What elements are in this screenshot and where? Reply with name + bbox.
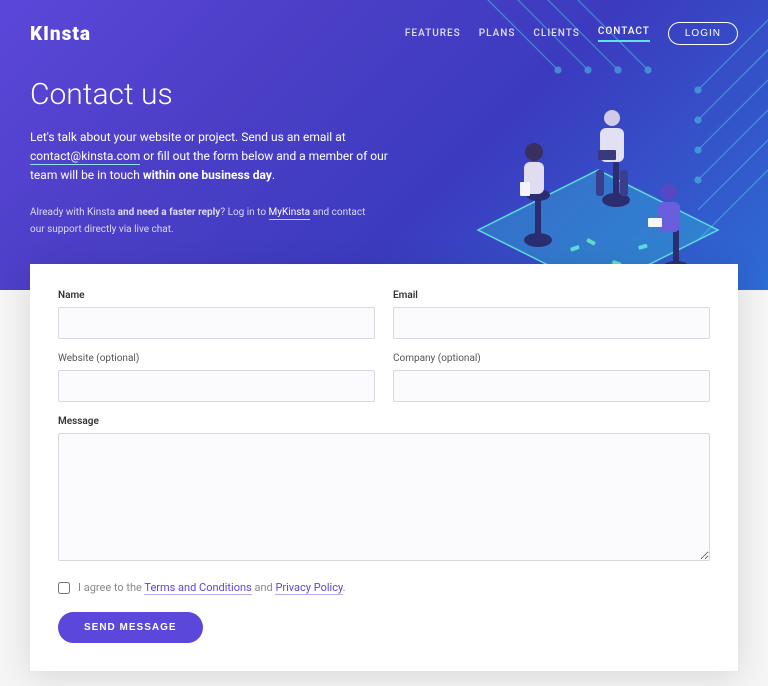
message-label: Message: [58, 416, 710, 427]
website-input[interactable]: [58, 370, 375, 402]
website-field-group: Website (optional): [58, 353, 375, 402]
nav-links: FEATURES PLANS CLIENTS CONTACT LOGIN: [405, 22, 738, 45]
already-pre: Already with Kinsta: [30, 207, 118, 218]
nav-clients[interactable]: CLIENTS: [533, 28, 579, 39]
login-button[interactable]: LOGIN: [668, 22, 738, 45]
already-q: ? Log in to: [220, 207, 268, 218]
hero-content: Contact us Let's talk about your website…: [30, 77, 410, 238]
terms-link[interactable]: Terms and Conditions: [144, 581, 251, 595]
intro-text: Let's talk about your website or project…: [30, 128, 410, 186]
send-message-button[interactable]: SEND MESSAGE: [58, 612, 203, 643]
already-text: Already with Kinsta and need a faster re…: [30, 204, 370, 238]
contact-email-link[interactable]: contact@kinsta.com: [30, 149, 140, 165]
already-bold: and need a faster reply: [118, 207, 221, 218]
nav-features[interactable]: FEATURES: [405, 28, 461, 39]
email-input[interactable]: [393, 307, 710, 339]
message-field-group: Message: [58, 416, 710, 565]
privacy-link[interactable]: Privacy Policy: [275, 581, 342, 595]
intro-pre: Let's talk about your website or project…: [30, 130, 346, 144]
mykinsta-link[interactable]: MyKinsta: [269, 207, 311, 220]
intro-end: .: [272, 168, 275, 182]
consent-checkbox[interactable]: [58, 582, 70, 594]
nav-plans[interactable]: PLANS: [479, 28, 516, 39]
email-label: Email: [393, 290, 710, 301]
consent-text: I agree to the Terms and Conditions and …: [78, 581, 346, 594]
top-nav: KInsta FEATURES PLANS CLIENTS CONTACT LO…: [30, 22, 738, 45]
intro-bold: within one business day: [143, 168, 272, 182]
logo[interactable]: KInsta: [30, 22, 91, 45]
page-title: Contact us: [30, 77, 410, 112]
consent-row: I agree to the Terms and Conditions and …: [58, 581, 710, 594]
name-label: Name: [58, 290, 375, 301]
nav-contact[interactable]: CONTACT: [598, 26, 650, 42]
hero-section: KInsta FEATURES PLANS CLIENTS CONTACT LO…: [0, 0, 768, 290]
company-input[interactable]: [393, 370, 710, 402]
name-input[interactable]: [58, 307, 375, 339]
name-field-group: Name: [58, 290, 375, 339]
website-label: Website (optional): [58, 353, 375, 364]
company-label: Company (optional): [393, 353, 710, 364]
contact-form-card: Name Email Website (optional) Company (o…: [30, 264, 738, 671]
consent-and: and: [252, 581, 276, 594]
consent-pre: I agree to the: [78, 581, 144, 594]
consent-end: .: [343, 581, 346, 594]
company-field-group: Company (optional): [393, 353, 710, 402]
message-textarea[interactable]: [58, 433, 710, 561]
email-field-group: Email: [393, 290, 710, 339]
hero-illustration: [438, 70, 758, 290]
